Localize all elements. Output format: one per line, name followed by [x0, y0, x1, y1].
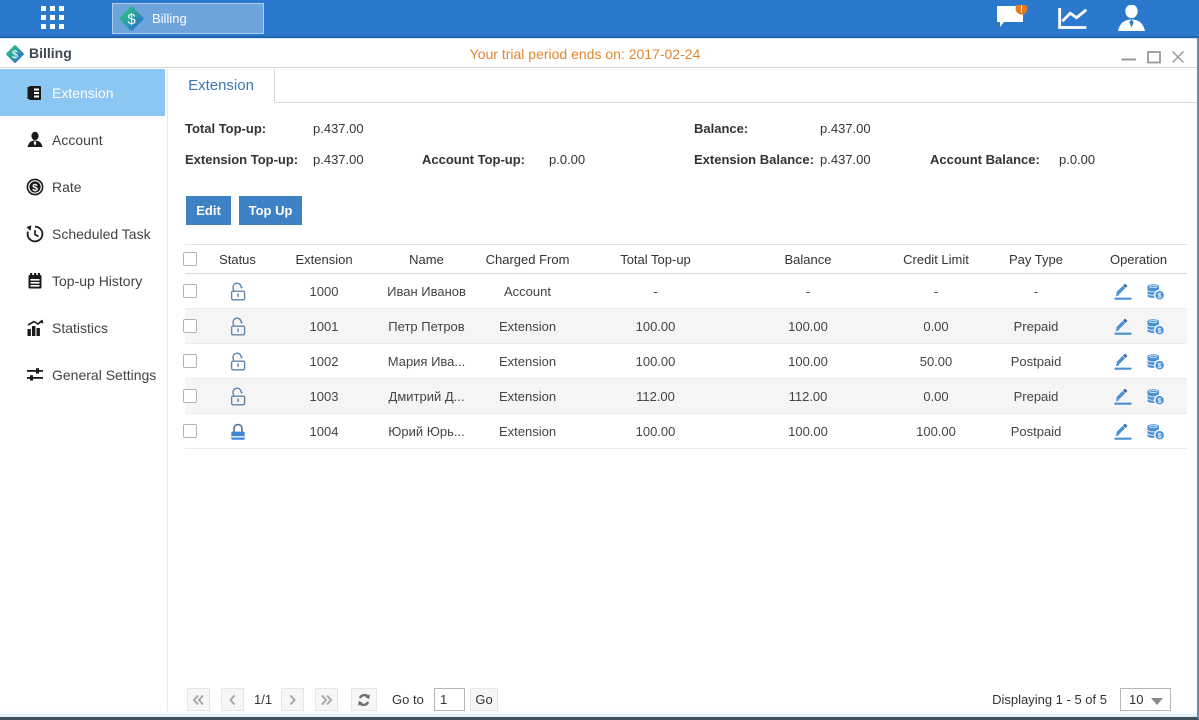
svg-text:!: ! — [1020, 5, 1023, 14]
svg-text:$: $ — [32, 182, 38, 194]
svg-text:$: $ — [127, 11, 136, 28]
